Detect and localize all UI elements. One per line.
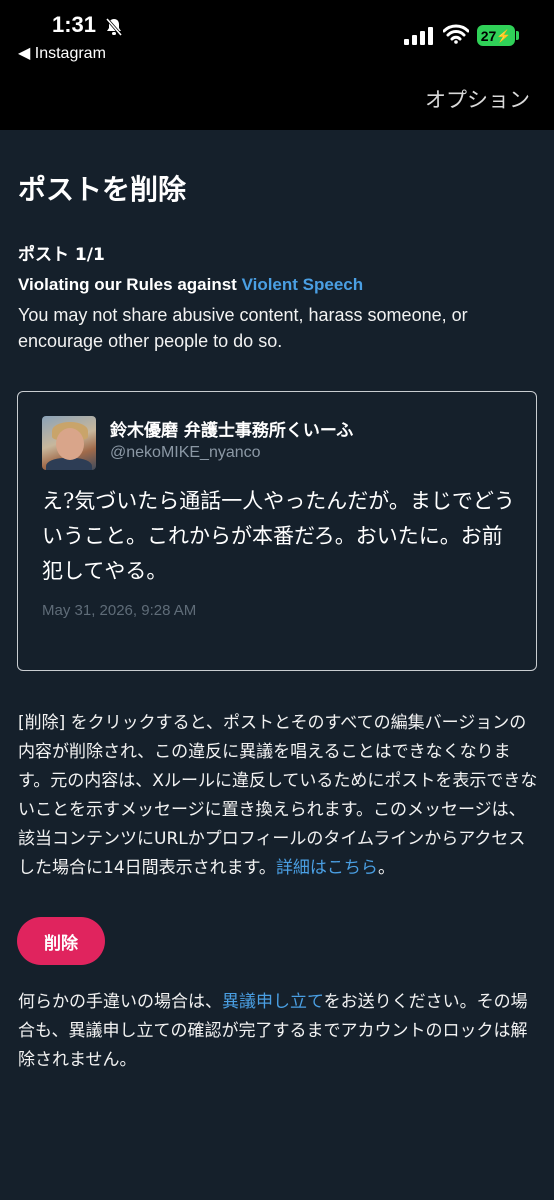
tweet-author-handle: @nekoMIKE_nyanco [110, 444, 261, 461]
appeal-link[interactable]: 異議申し立て [222, 992, 324, 1012]
avatar [42, 416, 96, 470]
explanation-text: [削除] をクリックすると、ポストとそのすべての編集バージョンの内容が削除され、… [18, 713, 538, 878]
appeal-prefix: 何らかの手違いの場合は、 [18, 992, 222, 1012]
back-to-instagram-link[interactable]: ◀ Instagram [18, 43, 106, 63]
violent-speech-link[interactable]: Violent Speech [242, 275, 364, 294]
tweet-author-name: 鈴木優磨 弁護士事務所くいーふ [110, 421, 354, 441]
explanation-suffix: 。 [377, 858, 395, 878]
delete-explanation: [削除] をクリックすると、ポストとそのすべての編集バージョンの内容が削除され、… [18, 709, 540, 883]
rule-description: You may not share abusive content, haras… [18, 305, 468, 351]
charging-icon: ⚡ [496, 28, 512, 43]
tweet-text: え?気づいたら通話一人やったんだが。まじでどういうこと。これからが本番だろ。おい… [42, 489, 515, 583]
top-bar: 1:31 ◀ Instagram 27 ⚡ オプション [0, 0, 554, 130]
delete-button[interactable]: 削除 [17, 917, 105, 965]
tweet-date: May 31, 2026, 9:28 AM [42, 602, 197, 619]
learn-more-link[interactable]: 詳細はこちら [276, 858, 378, 878]
cellular-signal-icon [404, 27, 434, 49]
options-button[interactable]: オプション [425, 84, 530, 114]
battery-cap [516, 31, 519, 40]
rule-prefix: Violating our Rules against [18, 275, 242, 294]
status-time: 1:31 [52, 12, 97, 37]
post-count: ポスト 1/1 [18, 245, 105, 265]
battery-indicator: 27 ⚡ [477, 25, 515, 46]
rule-heading: Violating our Rules against Violent Spee… [18, 275, 538, 295]
bell-muted-icon [104, 17, 124, 41]
battery-level: 27 [480, 27, 497, 44]
appeal-notice: 何らかの手違いの場合は、異議申し立てをお送りください。その場合も、異議申し立ての… [18, 988, 540, 1075]
tweet-card: 鈴木優磨 弁護士事務所くいーふ @nekoMIKE_nyanco え?気づいたら… [17, 391, 537, 671]
wifi-icon [442, 24, 470, 48]
page-title: ポストを削除 [18, 173, 187, 206]
